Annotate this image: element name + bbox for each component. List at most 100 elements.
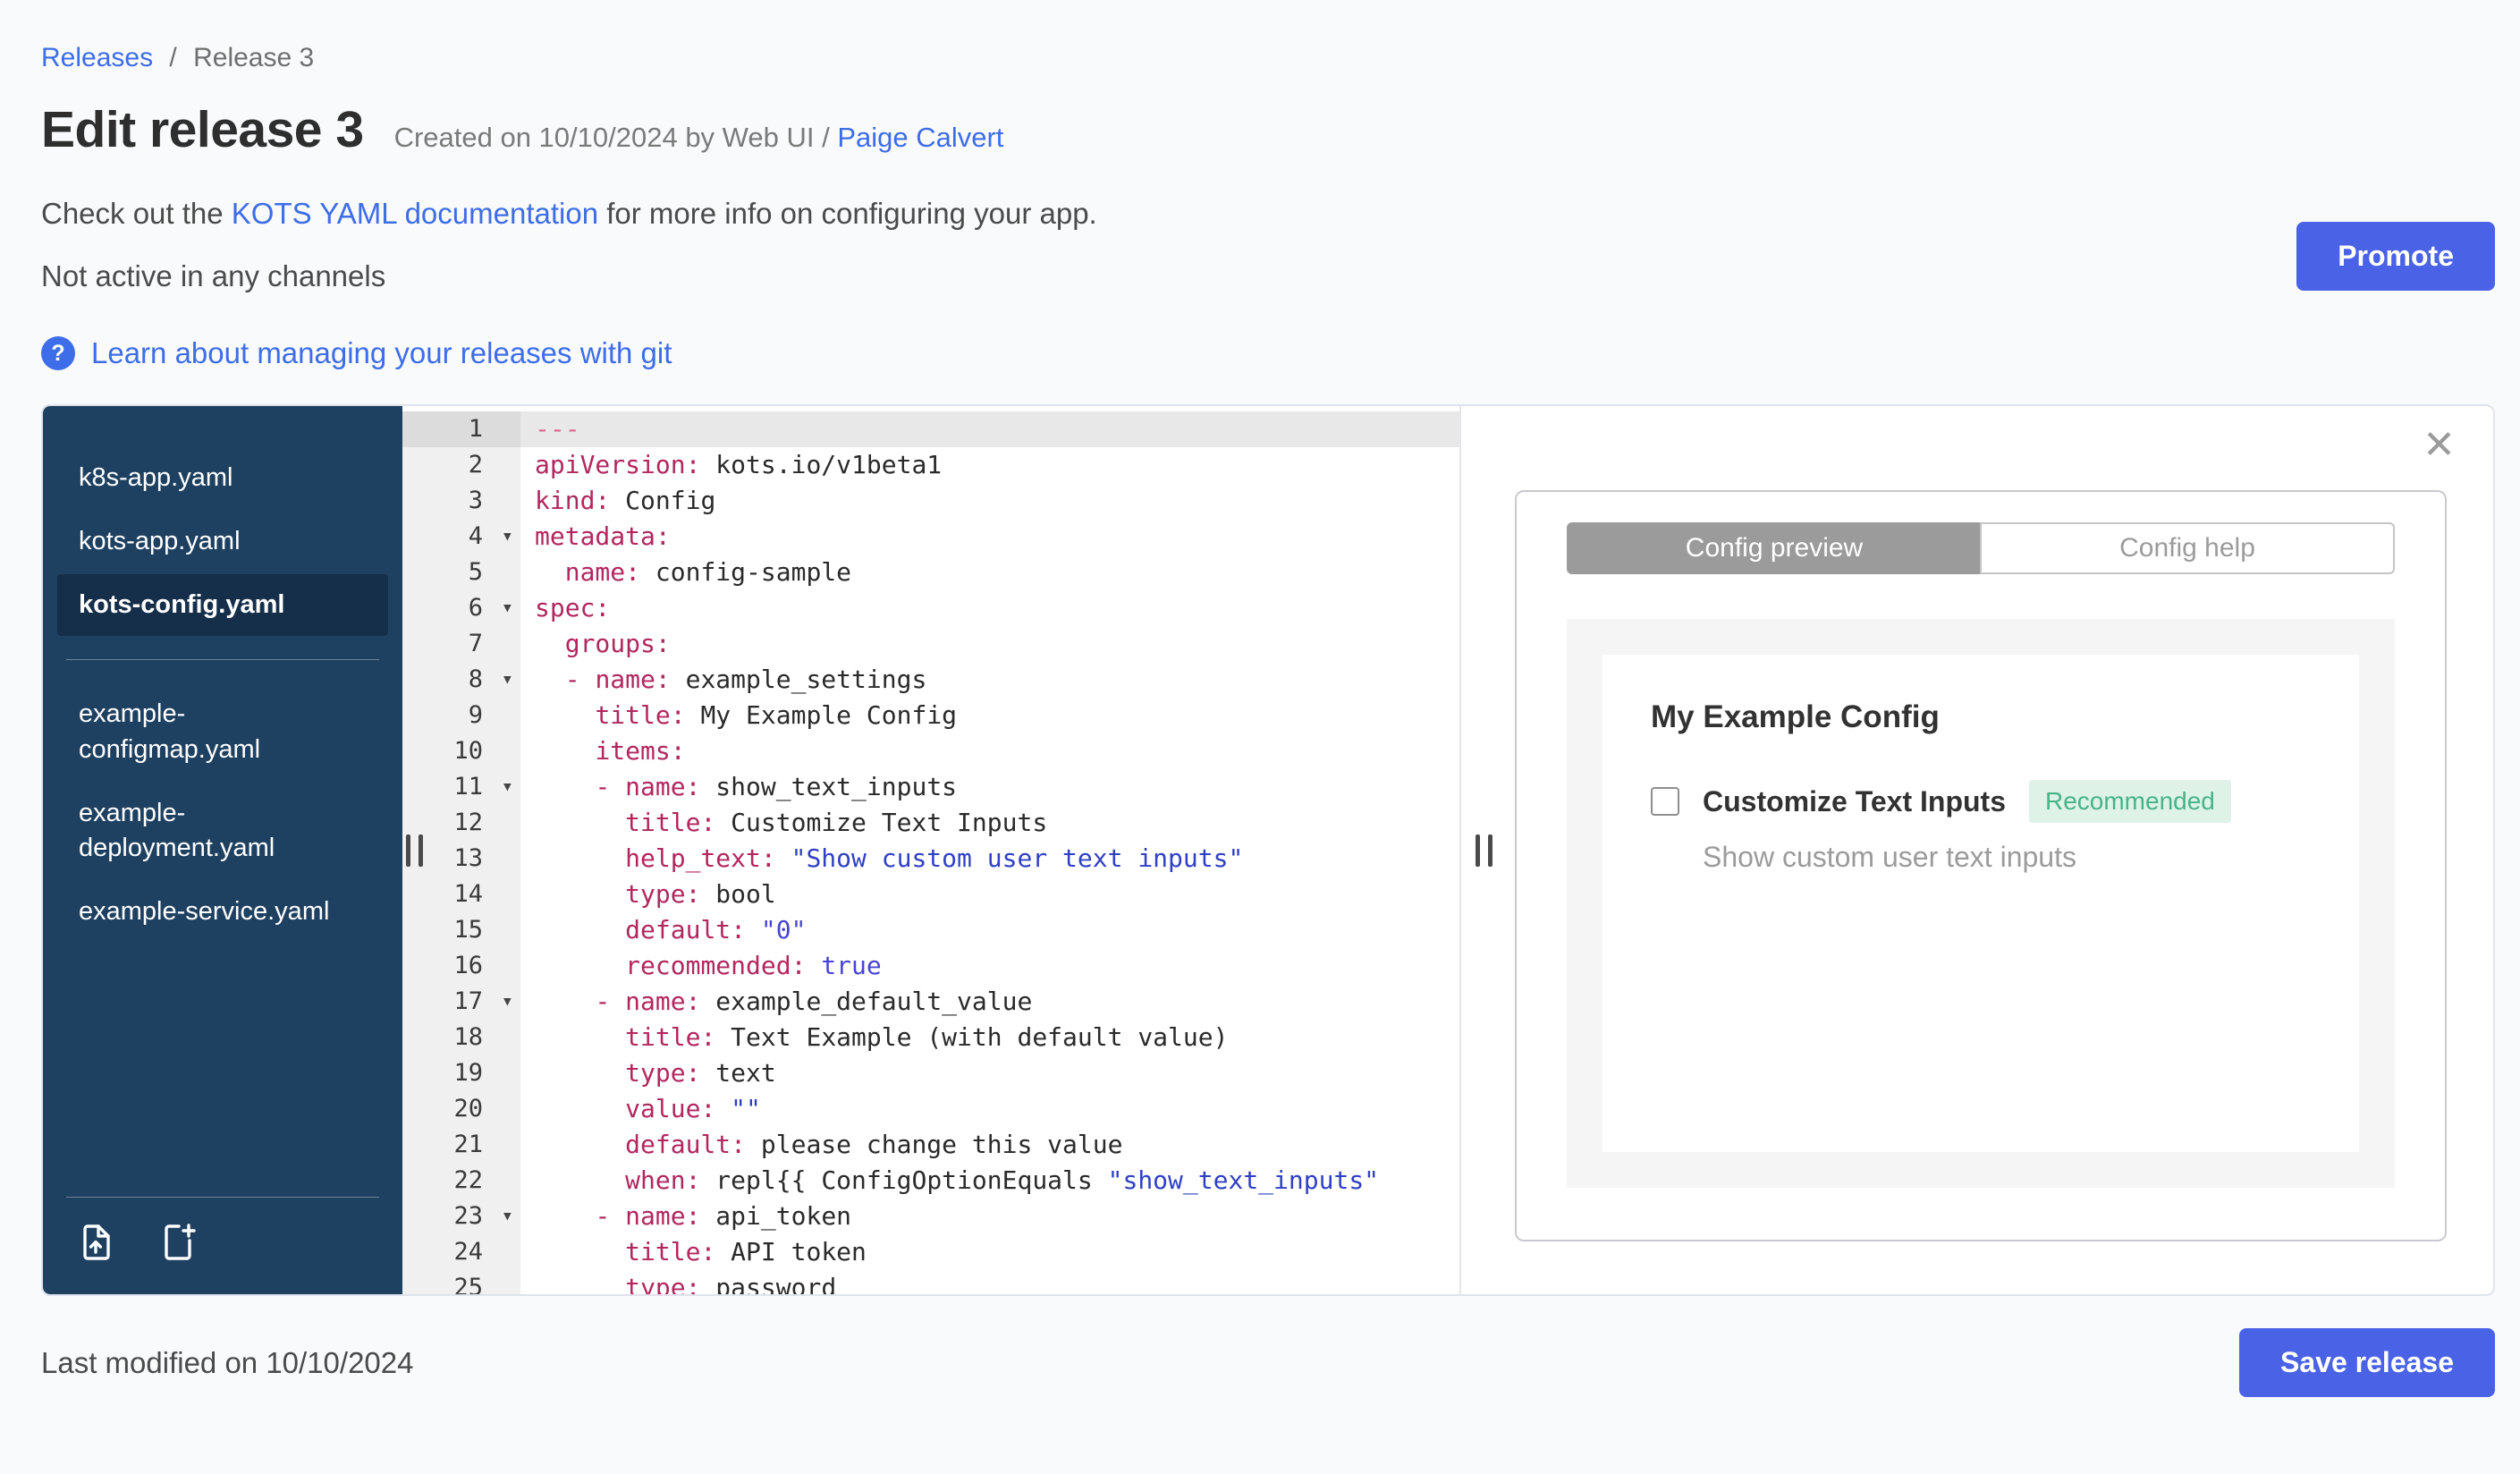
fold-arrow-icon[interactable]: ▾ [502, 662, 513, 698]
line-number: 9 [402, 698, 520, 733]
config-tabs: Config preview Config help [1567, 522, 2395, 574]
sidebar-divider [66, 659, 379, 661]
config-item-help-text: Show custom user text inputs [1703, 841, 2076, 873]
tab-config-help[interactable]: Config help [1980, 522, 2395, 574]
sidebar-file-example-deployment.yaml[interactable]: example-deployment.yaml [57, 783, 388, 879]
code-line-9[interactable]: 9 title: My Example Config [402, 698, 1459, 733]
breadcrumb-separator: / [169, 43, 177, 72]
doc-text-post: for more info on configuring your app. [598, 197, 1097, 230]
title-row: Edit release 3 Created on 10/10/2024 by … [41, 100, 2495, 159]
code-text: spec: [535, 593, 611, 623]
git-help-row: ? Learn about managing your releases wit… [41, 336, 2495, 370]
code-line-1[interactable]: 1 --- [402, 411, 1459, 447]
code-text: title: Customize Text Inputs [625, 808, 1048, 837]
config-inner-card: My Example Config Customize Text Inputs … [1602, 655, 2359, 1152]
yaml-editor[interactable]: 1 --- 2 apiVersion: kots.io/v1beta1 3 kind: C… [402, 406, 1459, 1294]
code-line-24[interactable]: 24 title: API token [402, 1234, 1459, 1270]
code-line-10[interactable]: 10 items: [402, 733, 1459, 769]
code-line-18[interactable]: 18 title: Text Example (with default val… [402, 1020, 1459, 1055]
sidebar-file-kots-app.yaml[interactable]: kots-app.yaml [57, 511, 388, 572]
breadcrumb-releases-link[interactable]: Releases [41, 43, 153, 72]
sidebar-file-k8s-app.yaml[interactable]: k8s-app.yaml [57, 447, 388, 509]
code-line-7[interactable]: 7 groups: [402, 626, 1459, 662]
code-text: type: bool [625, 879, 776, 909]
sidebar-file-example-service.yaml[interactable]: example-service.yaml [57, 881, 388, 943]
resize-handle-right[interactable] [1476, 834, 1493, 867]
code-text: groups: [564, 629, 671, 658]
code-text: - name: example_settings [564, 665, 927, 694]
sidebar-file-kots-config.yaml[interactable]: kots-config.yaml [57, 574, 388, 637]
code-text: default: "0" [625, 915, 807, 945]
code-text: title: My Example Config [595, 700, 958, 730]
code-line-21[interactable]: 21 default: please change this value [402, 1127, 1459, 1163]
add-file-icon[interactable] [157, 1221, 200, 1264]
code-line-15[interactable]: 15 default: "0" [402, 912, 1459, 948]
line-number: 16 [402, 948, 520, 984]
line-number: 25 [402, 1270, 520, 1294]
resize-handle-left[interactable] [406, 834, 423, 867]
code-line-11[interactable]: 11 ▾ - name: show_text_inputs [402, 769, 1459, 805]
fold-arrow-icon[interactable]: ▾ [502, 984, 513, 1020]
customize-text-inputs-checkbox[interactable] [1651, 787, 1679, 816]
code-line-22[interactable]: 22 when: repl{{ ConfigOptionEquals "show… [402, 1163, 1459, 1199]
code-line-16[interactable]: 16 recommended: true [402, 948, 1459, 984]
close-icon[interactable]: ✕ [2423, 426, 2456, 465]
line-number: 2 [402, 447, 520, 483]
fold-arrow-icon[interactable]: ▾ [502, 519, 513, 555]
code-text: apiVersion: kots.io/v1beta1 [535, 450, 943, 479]
config-card: Config preview Config help My Example Con… [1515, 490, 2447, 1241]
code-line-12[interactable]: 12 title: Customize Text Inputs [402, 805, 1459, 841]
line-number: 18 [402, 1020, 520, 1055]
promote-button[interactable]: Promote [2296, 222, 2495, 291]
code-text: title: API token [625, 1237, 867, 1266]
code-line-13[interactable]: 13 help_text: "Show custom user text inp… [402, 841, 1459, 877]
import-file-icon[interactable] [75, 1221, 118, 1264]
code-line-6[interactable]: 6 ▾ spec: [402, 590, 1459, 626]
config-preview-pane: ✕ Config preview Config help My Example C… [1459, 406, 2493, 1294]
fold-arrow-icon[interactable]: ▾ [502, 590, 513, 626]
code-text: recommended: true [625, 951, 882, 980]
line-number: 22 [402, 1163, 520, 1199]
fold-arrow-icon[interactable]: ▾ [502, 769, 513, 805]
code-text: - name: api_token [595, 1201, 852, 1231]
file-sidebar: k8s-app.yaml kots-app.yaml kots-config.yam… [43, 406, 402, 1294]
help-question-icon: ? [41, 336, 75, 370]
code-line-14[interactable]: 14 type: bool [402, 877, 1459, 912]
code-line-19[interactable]: 19 type: text [402, 1055, 1459, 1091]
code-line-17[interactable]: 17 ▾ - name: example_default_value [402, 984, 1459, 1020]
code-text: type: text [625, 1058, 776, 1088]
config-group-heading: My Example Config [1651, 699, 1940, 734]
line-number: 3 [402, 483, 520, 519]
code-line-4[interactable]: 4 ▾ metadata: [402, 519, 1459, 555]
code-line-5[interactable]: 5 name: config-sample [402, 555, 1459, 590]
code-text: when: repl{{ ConfigOptionEquals "show_te… [625, 1165, 1380, 1195]
code-text: kind: Config [535, 486, 716, 515]
git-releases-link[interactable]: Learn about managing your releases with … [91, 336, 672, 370]
author-link[interactable]: Paige Calvert [837, 122, 1003, 153]
sidebar-file-example-configmap.yaml[interactable]: example-configmap.yaml [57, 683, 388, 780]
code-line-25[interactable]: 25 type: password [402, 1270, 1459, 1294]
line-number: 1 [402, 411, 520, 447]
code-text: --- [535, 414, 580, 444]
last-modified-text: Last modified on 10/10/2024 [41, 1345, 414, 1379]
kots-yaml-doc-link[interactable]: KOTS YAML documentation [232, 197, 598, 230]
config-item-label: Customize Text Inputs [1703, 784, 2006, 817]
code-line-20[interactable]: 20 value: "" [402, 1091, 1459, 1127]
code-line-8[interactable]: 8 ▾ - name: example_settings [402, 662, 1459, 698]
code-line-3[interactable]: 3 kind: Config [402, 483, 1459, 519]
code-text: help_text: "Show custom user text inputs… [625, 843, 1244, 873]
code-text: default: please change this value [625, 1130, 1123, 1159]
tab-config-preview[interactable]: Config preview [1567, 522, 1982, 574]
footer: Last modified on 10/10/2024 Save release [41, 1328, 2495, 1397]
page-title: Edit release 3 [41, 101, 364, 158]
code-line-2[interactable]: 2 apiVersion: kots.io/v1beta1 [402, 447, 1459, 483]
save-release-button[interactable]: Save release [2239, 1328, 2495, 1397]
channel-status: Not active in any channels [41, 259, 386, 292]
code-line-23[interactable]: 23 ▾ - name: api_token [402, 1199, 1459, 1234]
recommended-badge: Recommended [2028, 780, 2231, 823]
release-editor-page: Releases / Release 3 Edit release 3 Crea… [0, 0, 2520, 1397]
sidebar-file-list-bottom: example-configmap.yaml example-deployment… [43, 682, 402, 945]
fold-arrow-icon[interactable]: ▾ [502, 1199, 513, 1234]
created-line: Created on 10/10/2024 by Web UI / Paige … [394, 122, 1004, 154]
line-number: 4 ▾ [402, 519, 520, 555]
